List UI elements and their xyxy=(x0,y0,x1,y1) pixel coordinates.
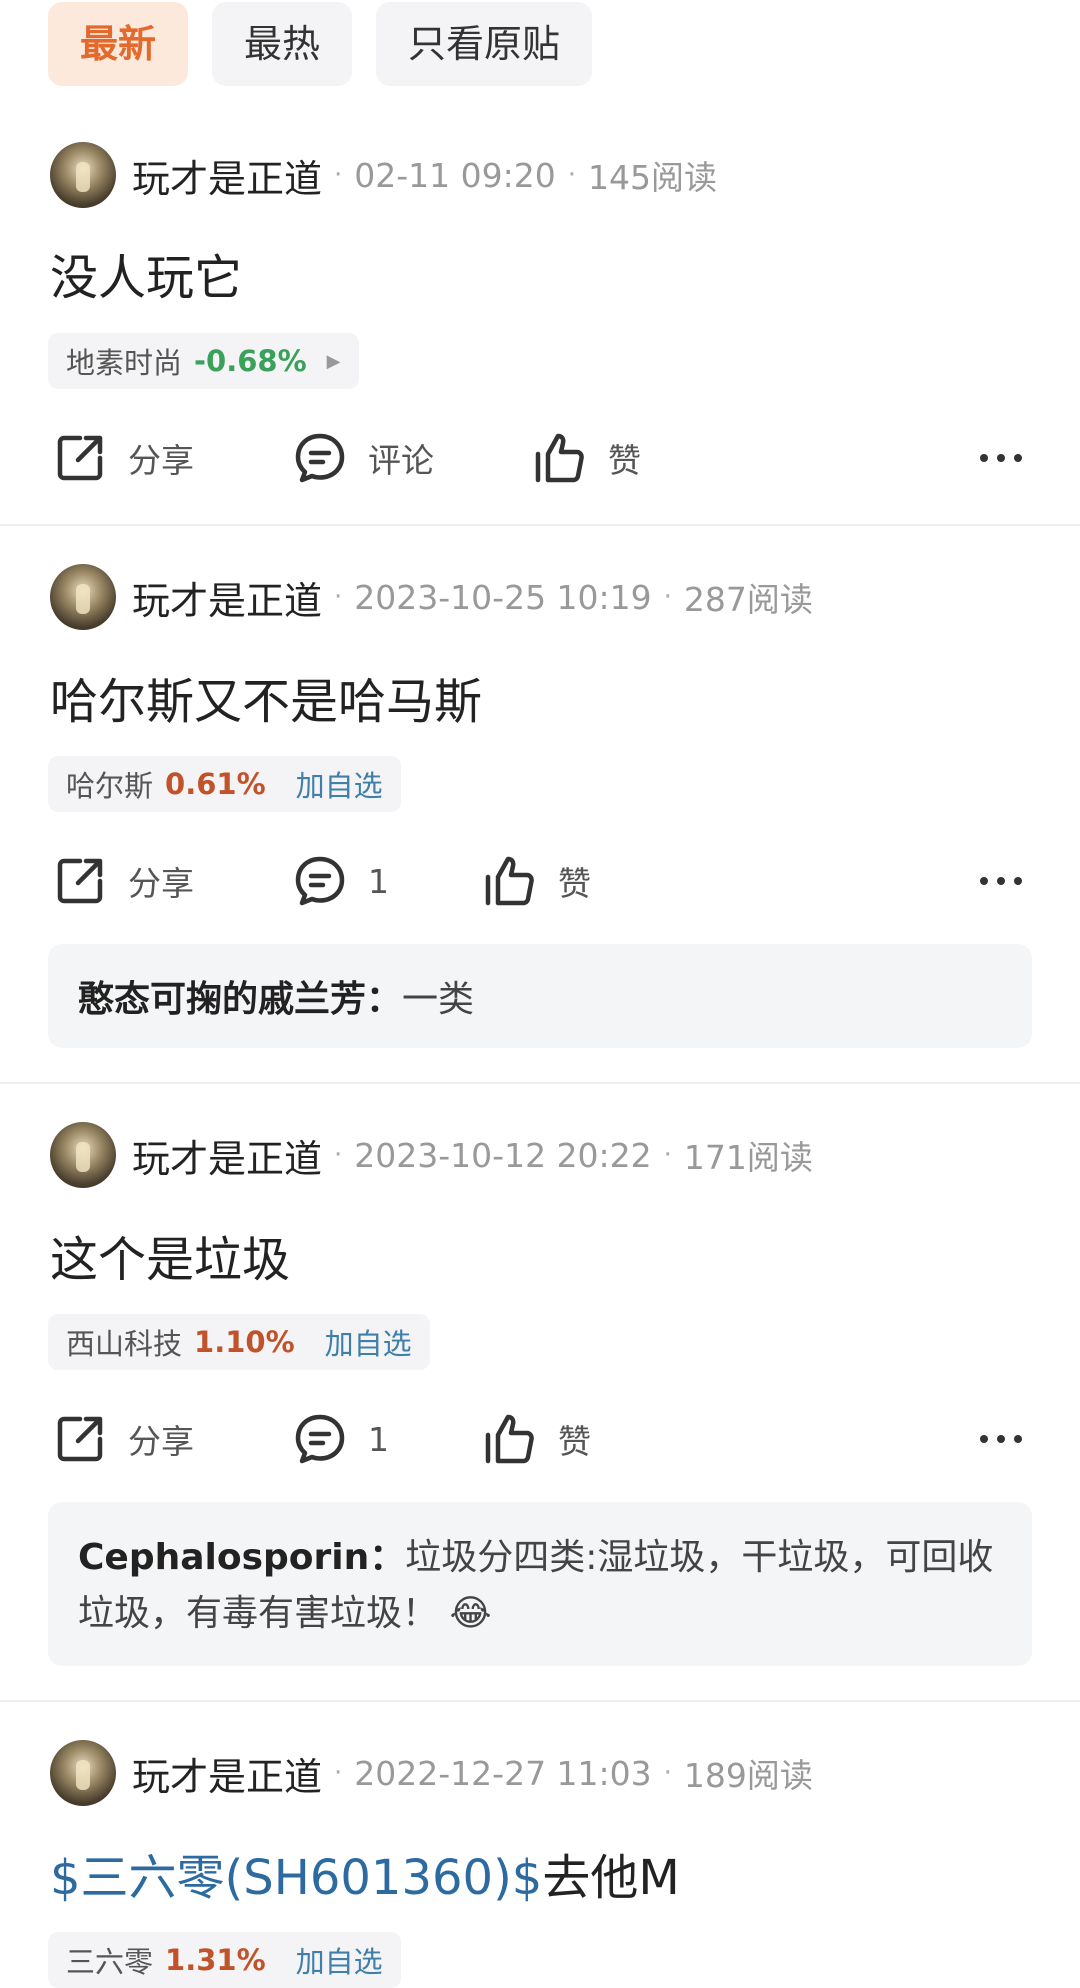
avatar[interactable] xyxy=(50,1122,116,1188)
stock-chip[interactable]: 地素时尚 -0.68% ▶ xyxy=(48,333,359,389)
meta-dot: · xyxy=(663,1140,672,1170)
more-icon xyxy=(980,454,1022,462)
reply-separator: ： xyxy=(366,979,403,1020)
comment-icon xyxy=(295,1414,345,1464)
author-name[interactable]: 玩才是正道 xyxy=(132,1128,322,1183)
share-icon xyxy=(57,435,103,481)
share-button[interactable]: 分享 xyxy=(52,846,194,916)
avatar[interactable] xyxy=(50,1740,116,1806)
stock-link[interactable]: $三六零(SH601360)$ xyxy=(50,1850,542,1906)
post-actions: 分享 1 赞 xyxy=(0,846,1080,916)
read-count: 287阅读 xyxy=(683,580,813,619)
share-label: 分享 xyxy=(128,864,194,903)
like-label: 赞 xyxy=(608,441,641,480)
like-button[interactable]: 赞 xyxy=(532,423,641,493)
stock-name: 西山科技 xyxy=(66,1327,183,1361)
post-meta: 玩才是正道 · 2022-12-27 11:03 · 189阅读 xyxy=(132,1740,813,1806)
thumbs-up-icon xyxy=(485,856,534,906)
more-icon xyxy=(980,877,1022,885)
post-date: 2023-10-25 10:19 xyxy=(354,577,652,617)
read-count: 171阅读 xyxy=(683,1138,813,1177)
meta-dot: · xyxy=(567,160,577,190)
stock-change: 1.31% xyxy=(165,1943,266,1977)
author-name[interactable]: 玩才是正道 xyxy=(132,570,322,625)
reply-preview[interactable]: Cephalosporin：垃圾分四类:湿垃圾，干垃圾，可回收垃圾，有毒有害垃圾… xyxy=(48,1502,1032,1666)
post-text[interactable]: $三六零(SH601360)$去他M xyxy=(50,1838,680,1908)
share-icon xyxy=(57,1416,103,1462)
comment-button[interactable]: 1 xyxy=(292,1404,389,1474)
like-label: 赞 xyxy=(558,1422,591,1461)
post-text[interactable]: 哈尔斯又不是哈马斯 xyxy=(50,662,482,732)
post-actions: 分享 评论 赞 xyxy=(0,423,1080,493)
divider xyxy=(0,1700,1080,1702)
sort-tabs: 最新 最热 只看原贴 xyxy=(48,2,593,86)
meta-dot: · xyxy=(334,1758,343,1788)
reply-separator: ： xyxy=(369,1537,406,1578)
divider xyxy=(0,1082,1080,1084)
thumbs-up-icon xyxy=(535,433,584,483)
share-icon xyxy=(57,858,103,904)
post-date: 2023-10-12 20:22 xyxy=(354,1135,652,1175)
post-actions: 分享 1 赞 xyxy=(0,1404,1080,1474)
stock-chip[interactable]: 三六零 1.31% 加自选 xyxy=(48,1932,401,1988)
add-watchlist-button[interactable]: 加自选 xyxy=(296,763,383,805)
meta-dot: · xyxy=(334,160,343,190)
more-icon xyxy=(980,1435,1022,1443)
author-name[interactable]: 玩才是正道 xyxy=(132,1746,322,1801)
reply-user[interactable]: Cephalosporin xyxy=(78,1537,369,1578)
post-meta: 玩才是正道 · 2023-10-12 20:22 · 171阅读 xyxy=(132,1122,813,1188)
comment-icon xyxy=(295,856,345,906)
post-date: 02-11 09:20 xyxy=(354,155,556,195)
stock-change: 1.10% xyxy=(194,1325,295,1359)
share-button[interactable]: 分享 xyxy=(52,423,194,493)
divider xyxy=(0,524,1080,526)
thumbs-up-icon xyxy=(485,1414,534,1464)
share-label: 分享 xyxy=(128,1422,194,1461)
more-button[interactable] xyxy=(978,1424,1024,1454)
add-watchlist-button[interactable]: 加自选 xyxy=(325,1321,412,1363)
meta-dot: · xyxy=(334,582,343,612)
stock-change: 0.61% xyxy=(165,767,266,801)
comment-icon xyxy=(295,433,345,483)
post-text[interactable]: 这个是垃圾 xyxy=(50,1220,290,1290)
post-date: 2022-12-27 11:03 xyxy=(354,1753,652,1793)
meta-dot: · xyxy=(334,1140,343,1170)
avatar[interactable] xyxy=(50,142,116,208)
meta-dot: · xyxy=(663,582,672,612)
comment-count: 1 xyxy=(368,861,389,901)
tab-hottest[interactable]: 最热 xyxy=(212,2,353,86)
reply-text: 一类 xyxy=(402,979,475,1020)
comment-label: 评论 xyxy=(368,441,434,480)
tab-original-only[interactable]: 只看原贴 xyxy=(376,2,593,86)
comment-count: 1 xyxy=(368,1419,389,1459)
stock-name: 地素时尚 xyxy=(66,346,183,380)
avatar[interactable] xyxy=(50,564,116,630)
stock-chip[interactable]: 哈尔斯 0.61% 加自选 xyxy=(48,756,401,812)
more-button[interactable] xyxy=(978,443,1024,473)
tab-latest[interactable]: 最新 xyxy=(48,2,189,86)
post-meta: 玩才是正道 · 02-11 09:20 · 145阅读 xyxy=(132,142,717,208)
laughing-emoji-icon: 😂 xyxy=(449,1593,492,1634)
like-button[interactable]: 赞 xyxy=(482,1404,591,1474)
stock-chip[interactable]: 西山科技 1.10% 加自选 xyxy=(48,1314,430,1370)
author-name[interactable]: 玩才是正道 xyxy=(132,148,322,203)
meta-dot: · xyxy=(663,1758,672,1788)
post-meta: 玩才是正道 · 2023-10-25 10:19 · 287阅读 xyxy=(132,564,813,630)
read-count: 145阅读 xyxy=(588,158,718,197)
share-button[interactable]: 分享 xyxy=(52,1404,194,1474)
comment-button[interactable]: 评论 xyxy=(292,423,434,493)
reply-user[interactable]: 憨态可掬的戚兰芳 xyxy=(78,979,366,1020)
stock-name: 哈尔斯 xyxy=(66,769,154,803)
chevron-right-icon: ▶ xyxy=(326,350,341,372)
more-button[interactable] xyxy=(978,866,1024,896)
reply-preview[interactable]: 憨态可掬的戚兰芳：一类 xyxy=(48,944,1032,1048)
like-button[interactable]: 赞 xyxy=(482,846,591,916)
post-text[interactable]: 没人玩它 xyxy=(50,238,242,308)
read-count: 189阅读 xyxy=(683,1756,813,1795)
post-text-body: 去他M xyxy=(542,1850,680,1906)
like-label: 赞 xyxy=(558,864,591,903)
share-label: 分享 xyxy=(128,441,194,480)
stock-change: -0.68% xyxy=(194,344,307,378)
comment-button[interactable]: 1 xyxy=(292,846,389,916)
